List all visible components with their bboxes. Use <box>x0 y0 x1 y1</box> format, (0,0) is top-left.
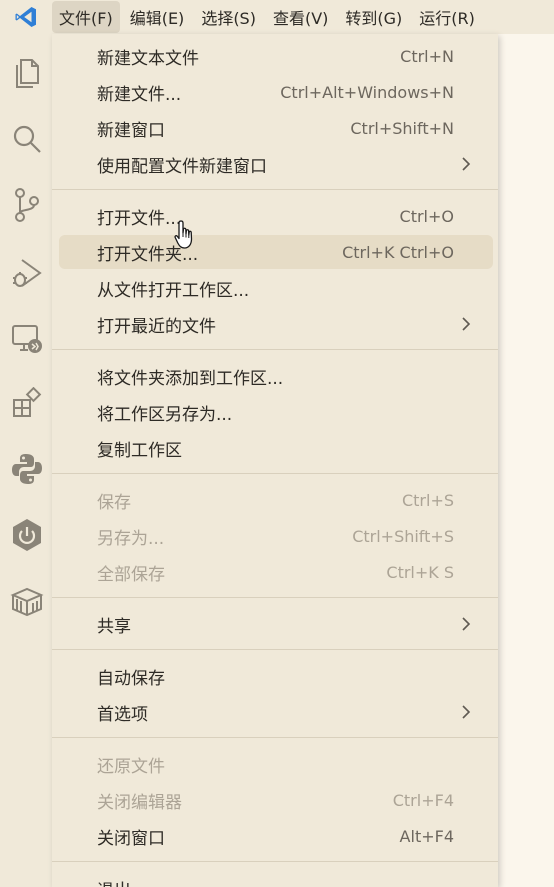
extensions-icon[interactable] <box>10 386 44 420</box>
menu-item-new-text-file[interactable]: 新建文本文件 Ctrl+N <box>59 39 493 73</box>
menu-edit[interactable]: 编辑(E) <box>123 1 192 33</box>
files-icon[interactable] <box>10 56 44 90</box>
menu-item-save-all: 全部保存 Ctrl+K S <box>97 562 454 585</box>
menu-bar: 文件(F) 编辑(E) 选择(S) 查看(V) 转到(G) 运行(R) <box>0 0 554 34</box>
menu-item-add-folder-to-workspace[interactable]: 将文件夹添加到工作区... <box>59 359 493 393</box>
menu-item-open-folder[interactable]: 打开文件夹... Ctrl+K Ctrl+O <box>59 235 493 269</box>
menu-item-duplicate-workspace[interactable]: 复制工作区 <box>59 431 493 465</box>
menu-view[interactable]: 查看(V) <box>266 1 335 33</box>
chevron-right-icon <box>462 617 471 631</box>
menu-selection[interactable]: 选择(S) <box>194 1 263 33</box>
menu-item-preferences[interactable]: 首选项 <box>59 695 493 729</box>
menu-separator <box>52 189 498 190</box>
menu-item-new-file[interactable]: 新建文件... Ctrl+Alt+Windows+N <box>59 75 493 109</box>
menu-separator <box>52 473 498 474</box>
chevron-right-icon <box>462 157 471 171</box>
menu-item-share[interactable]: 共享 <box>59 607 493 641</box>
menu-item-new-window-with-profile[interactable]: 使用配置文件新建窗口 <box>59 147 493 181</box>
menu-run[interactable]: 运行(R) <box>412 1 482 33</box>
remote-explorer-icon[interactable] <box>10 322 44 356</box>
menu-item-close-window[interactable]: 关闭窗口 Alt+F4 <box>59 819 493 853</box>
source-control-icon[interactable] <box>10 188 44 222</box>
hand-cursor-icon <box>174 220 193 249</box>
activity-bar <box>0 34 52 887</box>
menu-item-revert-file: 还原文件 <box>97 756 165 777</box>
menu-separator <box>52 597 498 598</box>
power-icon[interactable] <box>10 518 44 552</box>
menu-item-open-workspace-from-file[interactable]: 从文件打开工作区... <box>59 271 493 305</box>
menu-separator <box>52 861 498 862</box>
menu-item-auto-save[interactable]: 自动保存 <box>59 659 493 693</box>
menu-item-exit[interactable]: 退出 <box>59 871 493 887</box>
chevron-right-icon <box>462 705 471 719</box>
menu-item-save: 保存 Ctrl+S <box>97 490 454 513</box>
run-debug-icon[interactable] <box>10 256 44 290</box>
menu-separator <box>52 349 498 350</box>
menu-item-open-recent[interactable]: 打开最近的文件 <box>59 307 493 341</box>
python-icon[interactable] <box>10 452 44 486</box>
menu-go[interactable]: 转到(G) <box>338 1 409 33</box>
container-icon[interactable] <box>10 584 44 618</box>
menu-item-close-editor: 关闭编辑器 Ctrl+F4 <box>97 790 454 813</box>
menu-item-save-workspace-as[interactable]: 将工作区另存为... <box>59 395 493 429</box>
search-icon[interactable] <box>10 122 44 156</box>
file-menu-dropdown: 新建文本文件 Ctrl+N 新建文件... Ctrl+Alt+Windows+N… <box>52 34 498 887</box>
menu-item-new-window[interactable]: 新建窗口 Ctrl+Shift+N <box>59 111 493 145</box>
chevron-right-icon <box>462 317 471 331</box>
vscode-logo-icon <box>0 0 52 34</box>
menu-separator <box>52 737 498 738</box>
menu-separator <box>52 649 498 650</box>
menu-item-open-file[interactable]: 打开文件... Ctrl+O <box>59 199 493 233</box>
menu-file[interactable]: 文件(F) <box>52 1 120 33</box>
menu-item-save-as: 另存为... Ctrl+Shift+S <box>97 526 454 549</box>
